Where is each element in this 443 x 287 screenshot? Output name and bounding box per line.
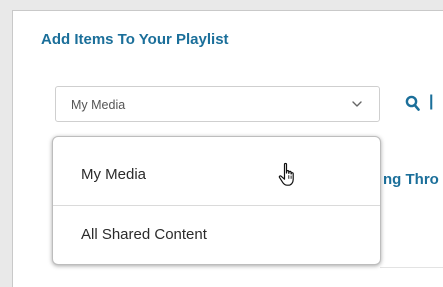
source-select-value: My Media xyxy=(71,98,126,112)
menu-item-all-shared-content[interactable]: All Shared Content xyxy=(53,206,380,264)
search-separator: | xyxy=(429,93,434,110)
dialog-title: Add Items To Your Playlist xyxy=(41,31,229,48)
partial-link[interactable]: ng Thro xyxy=(383,171,439,188)
source-select[interactable]: My Media xyxy=(55,86,380,122)
divider xyxy=(380,267,443,268)
hand-pointer-icon xyxy=(278,162,294,186)
source-dropdown-menu: My Media All Shared Content xyxy=(52,136,381,265)
chevron-down-icon xyxy=(352,101,362,107)
search-icon[interactable] xyxy=(405,95,420,112)
menu-item-my-media[interactable]: My Media xyxy=(53,137,380,206)
